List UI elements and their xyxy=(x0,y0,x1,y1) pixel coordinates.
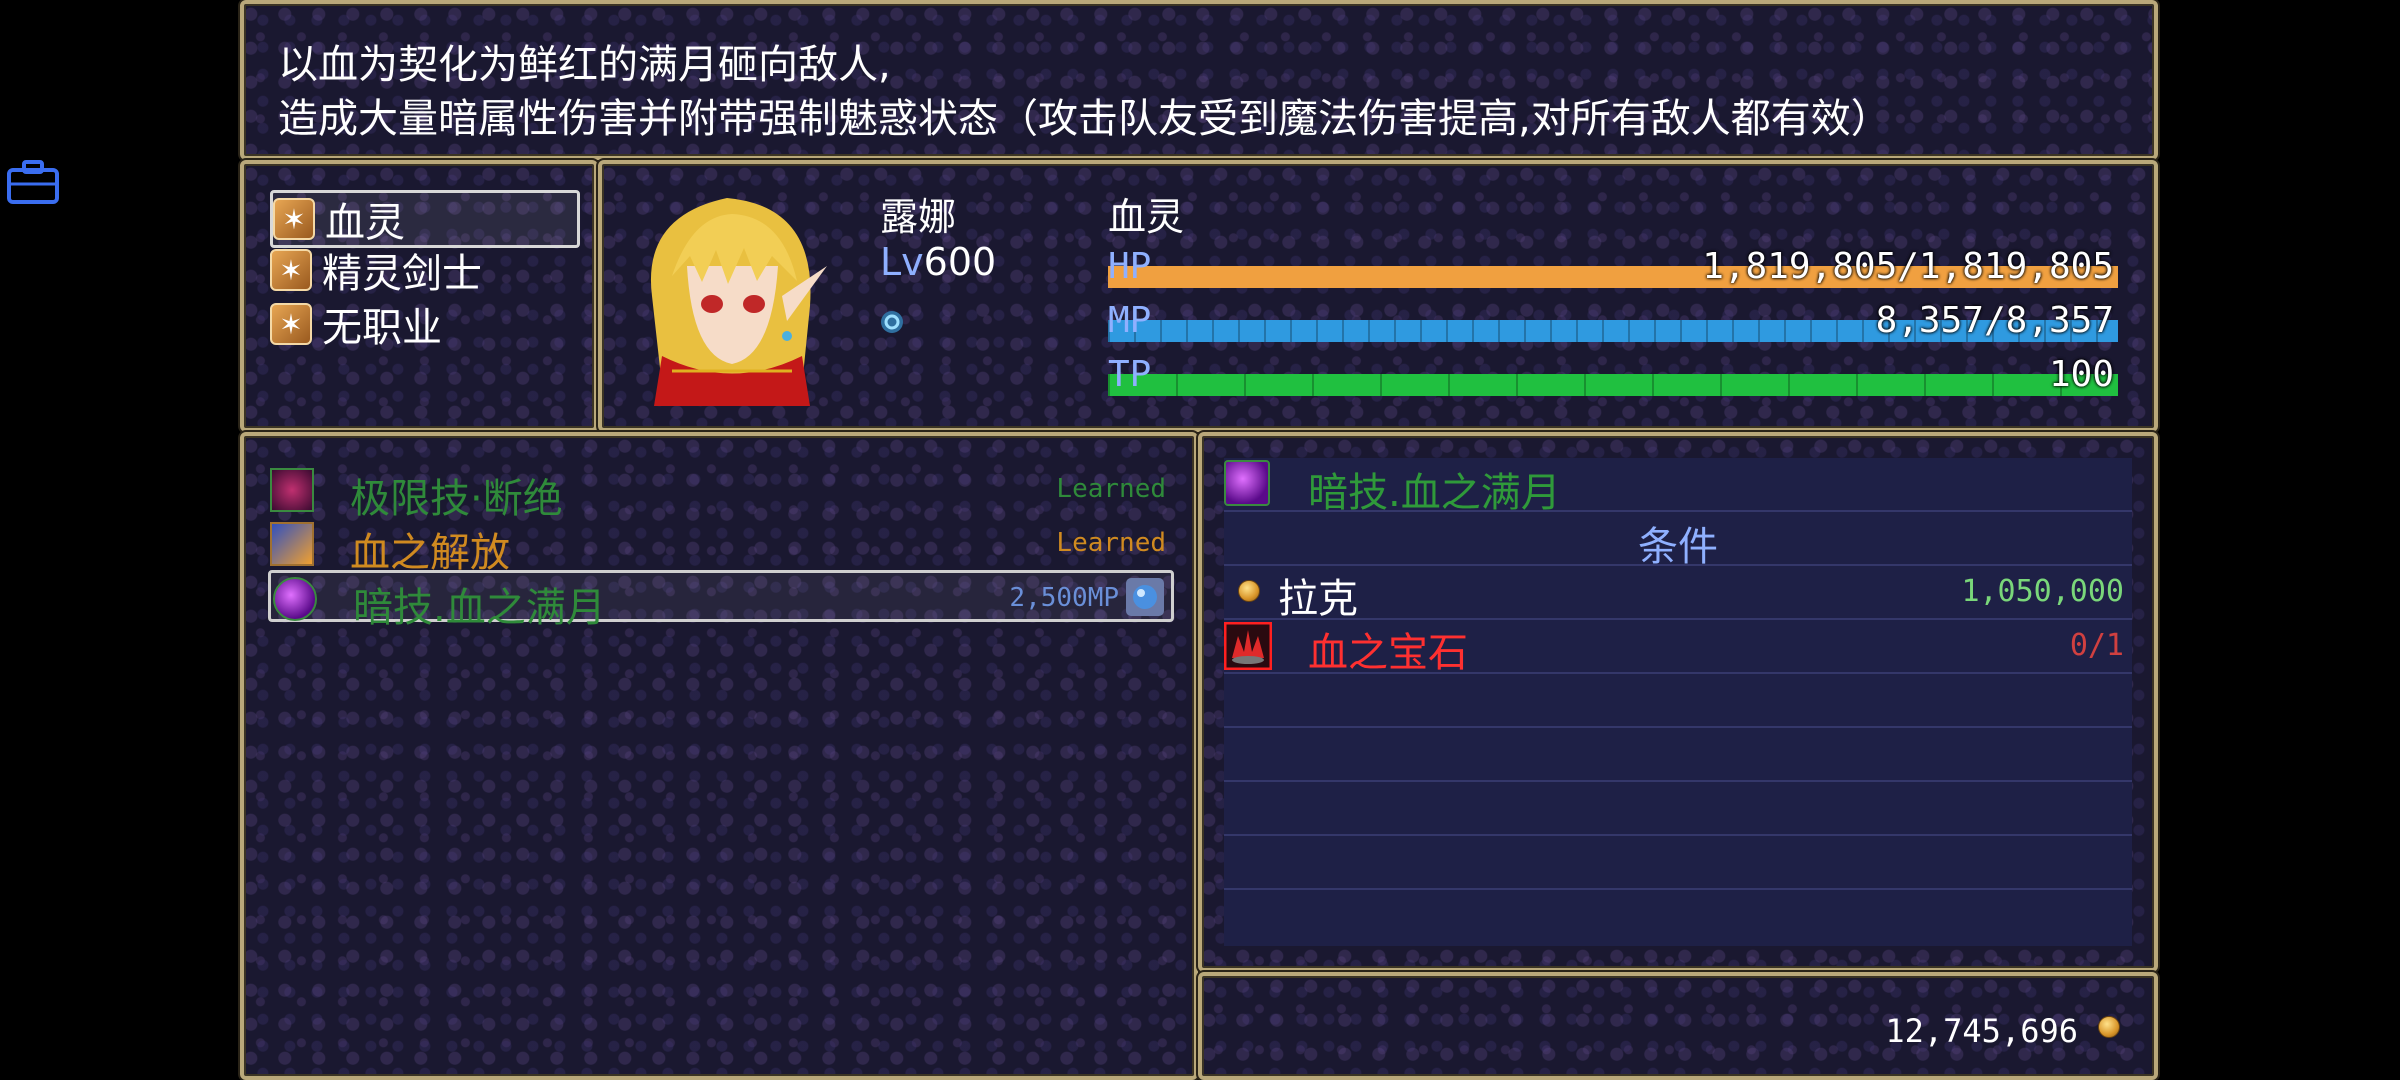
level-label: Lv xyxy=(880,240,924,284)
class-label: 无职业 xyxy=(322,305,442,351)
class-item-blood-spirit[interactable]: ✶ 血灵 xyxy=(270,190,580,248)
mp-gauge: MP 8,357/8,357 xyxy=(1108,300,2118,344)
actor-level: Lv600 xyxy=(880,240,996,284)
requirement-gold-label: 拉克 xyxy=(1278,576,1358,622)
requirement-header: 条件 xyxy=(1638,524,1718,570)
skill-requirement-window: 暗技.血之满月 条件 拉克 1,050,000 血之宝石 0/1 xyxy=(1198,432,2158,972)
mp-orb-icon xyxy=(1125,577,1165,617)
requirement-item-value: 0/1 xyxy=(2069,628,2124,663)
hp-value: 1,819,805/1,819,805 xyxy=(1702,246,2114,287)
claw-icon: ✶ xyxy=(273,198,315,240)
skill-name: 暗技.血之满月 xyxy=(353,585,606,631)
tp-gauge: TP 100 xyxy=(1108,354,2118,398)
dark-orb-icon xyxy=(1224,460,1270,506)
requirement-item-label: 血之宝石 xyxy=(1308,630,1468,676)
skill-list-window: 极限技·断绝 Learned 血之解放 Learned 暗技.血之满月 2,50… xyxy=(240,432,1198,1080)
class-list-window: ✶ 血灵 ✶ 精灵剑士 ✶ 无职业 xyxy=(240,160,598,432)
dark-orb-icon xyxy=(273,577,317,621)
class-label: 血灵 xyxy=(325,200,405,246)
class-item-no-class[interactable]: ✶ 无职业 xyxy=(270,298,574,351)
help-text-line-1: 以血为契化为鲜红的满月砸向敌人, xyxy=(278,42,891,88)
mp-label: MP xyxy=(1108,300,1152,341)
actor-status-window: 露娜 Lv600 血灵 HP 1,819,805/1,819,805 MP 8,… xyxy=(598,160,2158,432)
tp-value: 100 xyxy=(2048,354,2114,395)
help-text-line-2: 造成大量暗属性伤害并附带强制魅惑状态（攻击队友受到魔法伤害提高,对所有敌人都有效… xyxy=(278,96,1891,142)
class-item-elf-swordsman[interactable]: ✶ 精灵剑士 xyxy=(270,244,574,297)
hp-label: HP xyxy=(1108,246,1152,287)
actor-class-name: 血灵 xyxy=(1108,195,1185,239)
skill-name: 极限技·断绝 xyxy=(350,476,563,522)
requirement-skill-name: 暗技.血之满月 xyxy=(1308,470,1561,516)
mp-value: 8,357/8,357 xyxy=(1875,300,2114,341)
claw-icon: ✶ xyxy=(270,249,312,291)
blood-gem-icon xyxy=(1223,621,1273,671)
skill-row-blood-full-moon[interactable]: 暗技.血之满月 2,500MP xyxy=(268,570,1174,631)
gold-window: 12,745,696 xyxy=(1198,972,2158,1080)
skill-row-ultimate[interactable]: 极限技·断绝 Learned xyxy=(268,464,1174,522)
level-value: 600 xyxy=(923,240,997,284)
actor-portrait xyxy=(632,186,830,406)
requirement-panel: 暗技.血之满月 条件 拉克 1,050,000 血之宝石 0/1 xyxy=(1223,458,2132,946)
claw-icon: ✶ xyxy=(270,303,312,345)
tp-label: TP xyxy=(1108,354,1152,395)
coin-icon xyxy=(1238,580,1260,606)
dark-slash-icon xyxy=(270,468,314,512)
skill-cost: 2,500MP xyxy=(1009,583,1119,613)
requirement-gold-value: 1,050,000 xyxy=(1961,574,2124,609)
skill-row-blood-release[interactable]: 血之解放 Learned xyxy=(268,518,1174,576)
skill-status: Learned xyxy=(1056,474,1166,504)
blood-release-icon xyxy=(270,522,314,566)
skill-status: Learned xyxy=(1056,528,1166,558)
help-window: 以血为契化为鲜红的满月砸向敌人, 造成大量暗属性伤害并附带强制魅惑状态（攻击队友… xyxy=(240,0,2158,160)
briefcase-icon[interactable] xyxy=(6,158,60,206)
actor-name: 露娜 xyxy=(880,195,957,239)
gold-amount: 12,745,696 xyxy=(1885,1012,2078,1050)
coin-icon xyxy=(2098,1016,2120,1042)
hp-gauge: HP 1,819,805/1,819,805 xyxy=(1108,246,2118,290)
swirl-state-icon xyxy=(878,308,906,336)
class-label: 精灵剑士 xyxy=(322,251,482,297)
